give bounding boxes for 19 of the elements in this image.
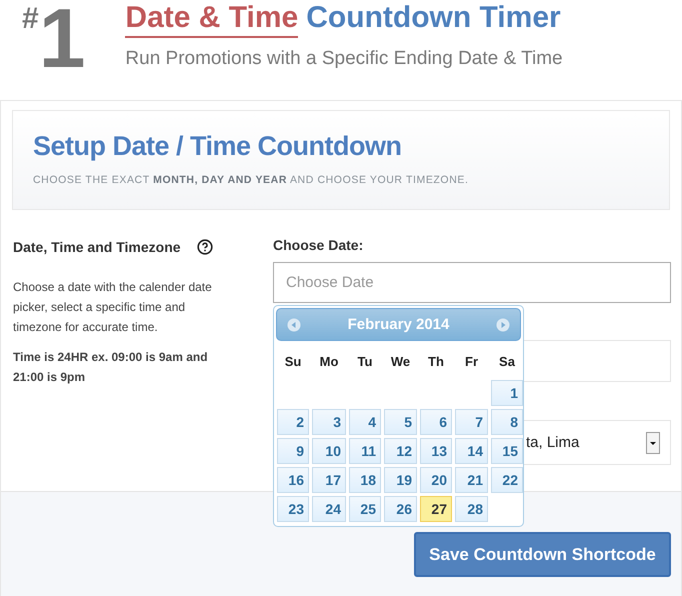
setup-title: Setup Date / Time Countdown xyxy=(33,131,403,162)
weekday-label: Mo xyxy=(318,353,340,371)
weekday-label: Th xyxy=(427,353,445,371)
calendar-month: February 2014 xyxy=(348,316,450,333)
page-title: Countdown Timer xyxy=(306,0,561,36)
page-title-highlight: Date & Time xyxy=(125,0,298,38)
page-subtitle: Run Promotions with a Specific Ending Date & Time xyxy=(125,48,563,70)
hash-mark: # xyxy=(22,2,39,36)
time-format-note: Time is 24HR ex. 09:00 is 9am and 21:00 is 9pm xyxy=(13,349,209,386)
weekday-label: Su xyxy=(284,353,302,371)
weekday-label: Sa xyxy=(498,353,516,371)
setup-subtitle: CHOOSE THE EXACT MONTH, DAY AND YEAR AND CHOOSE YOUR TIMEZONE. xyxy=(33,174,470,186)
step-number: 1 xyxy=(38,4,86,72)
section-heading: Date, Time and Timezone xyxy=(13,239,181,255)
help-text: Choose a date with the calender date picker, select a specific time and timezone for accurate time. xyxy=(13,279,213,336)
weekday-label: Tu xyxy=(356,353,374,371)
weekday-label: We xyxy=(390,353,412,371)
weekday-label: Fr xyxy=(464,353,479,371)
field-label: Choose Date: xyxy=(273,237,364,253)
